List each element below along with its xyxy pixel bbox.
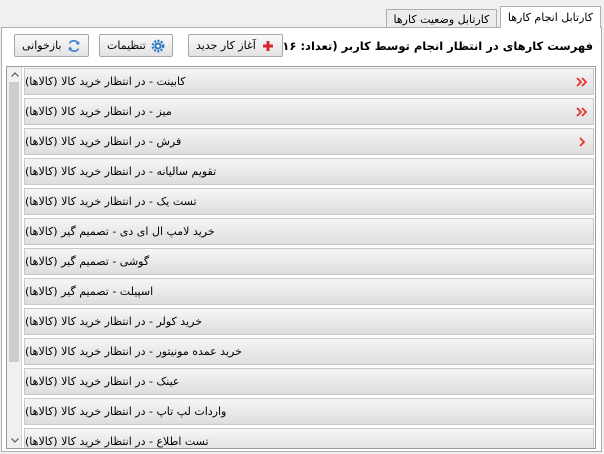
list-item[interactable]: تست یک - در انتظار خرید کالا (کالاها): [24, 188, 594, 215]
tab-status-cartable[interactable]: کارتابل وضعیت کارها: [385, 9, 498, 28]
list-item-label: گوشی - تصمیم گیر (کالاها): [25, 255, 150, 268]
list-item-label: تست اطلاع - در انتظار خرید کالا (کالاها): [25, 435, 209, 448]
scrollbar-thumb[interactable]: [9, 82, 19, 362]
settings-label: تنظیمات: [107, 39, 146, 52]
list-item[interactable]: فرش - در انتظار خرید کالا (کالاها): [24, 128, 594, 155]
gear-icon: [151, 39, 165, 53]
list-item[interactable]: خرید کولر - در انتظار خرید کالا (کالاها): [24, 308, 594, 335]
list-item-label: خرید لامپ ال ای دی - تصمیم گیر (کالاها): [25, 225, 215, 238]
list-item-label: خرید عمده مونیتور - در انتظار خرید کالا …: [25, 345, 242, 358]
scroll-up-icon[interactable]: [7, 67, 22, 82]
list-item[interactable]: عینک - در انتظار خرید کالا (کالاها): [24, 368, 594, 395]
list-item[interactable]: تقویم سالیانه - در انتظار خرید کالا (کال…: [24, 158, 594, 185]
list-item[interactable]: واردات لپ تاپ - در انتظار خرید کالا (کال…: [24, 398, 594, 425]
vertical-scrollbar[interactable]: [7, 67, 22, 448]
list-item[interactable]: خرید عمده مونیتور - در انتظار خرید کالا …: [24, 338, 594, 365]
page-title: فهرست کارهای در انتظار انجام توسط کاربر …: [277, 39, 593, 53]
task-list: کابینت - در انتظار خرید کالا (کالاها) میز…: [6, 66, 596, 449]
refresh-button[interactable]: بازخوانی: [14, 34, 89, 57]
list-item[interactable]: میز - در انتظار خرید کالا (کالاها): [24, 98, 594, 125]
list-item[interactable]: گوشی - تصمیم گیر (کالاها): [24, 248, 594, 275]
new-task-button[interactable]: آغاز کار جدید: [188, 34, 283, 57]
chevron-icon: [575, 135, 589, 149]
list-item-label: تقویم سالیانه - در انتظار خرید کالا (کال…: [25, 165, 217, 178]
tab-label: کارتابل انجام کارها: [507, 11, 593, 24]
refresh-icon: [67, 39, 81, 53]
double-chevron-icon: [575, 75, 589, 89]
scroll-down-icon[interactable]: [7, 433, 22, 448]
tab-label: کارتابل وضعیت کارها: [393, 13, 490, 26]
list-item-label: عینک - در انتظار خرید کالا (کالاها): [25, 375, 180, 388]
list-item-label: میز - در انتظار خرید کالا (کالاها): [25, 105, 172, 118]
list-item-label: خرید کولر - در انتظار خرید کالا (کالاها): [25, 315, 202, 328]
list-item-label: اسپیلت - تصمیم گیر (کالاها): [25, 285, 154, 298]
tab-page: فهرست کارهای در انتظار انجام توسط کاربر …: [1, 27, 602, 452]
list-item[interactable]: خرید لامپ ال ای دی - تصمیم گیر (کالاها): [24, 218, 594, 245]
new-task-label: آغاز کار جدید: [196, 39, 256, 52]
list-item[interactable]: تست اطلاع - در انتظار خرید کالا (کالاها): [24, 428, 594, 448]
list-item-label: فرش - در انتظار خرید کالا (کالاها): [25, 135, 182, 148]
refresh-label: بازخوانی: [22, 39, 62, 52]
settings-button[interactable]: تنظیمات: [99, 34, 173, 57]
list-item[interactable]: اسپیلت - تصمیم گیر (کالاها): [24, 278, 594, 305]
tab-strip: کارتابل انجام کارها کارتابل وضعیت کارها: [385, 6, 601, 28]
list-item-label: تست یک - در انتظار خرید کالا (کالاها): [25, 195, 197, 208]
list-item-label: واردات لپ تاپ - در انتظار خرید کالا (کال…: [25, 405, 227, 418]
list-item[interactable]: کابینت - در انتظار خرید کالا (کالاها): [24, 68, 594, 95]
plus-icon: [261, 39, 275, 53]
list-item-label: کابینت - در انتظار خرید کالا (کالاها): [25, 75, 186, 88]
tab-task-cartable[interactable]: کارتابل انجام کارها: [499, 6, 601, 28]
double-chevron-icon: [575, 105, 589, 119]
